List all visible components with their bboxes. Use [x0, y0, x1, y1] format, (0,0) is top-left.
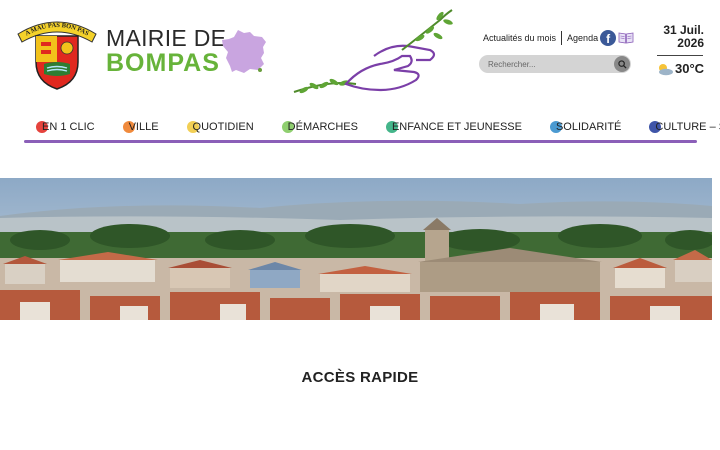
agenda-link[interactable]: Agenda	[567, 33, 598, 43]
search-input[interactable]	[488, 58, 608, 70]
weather-widget: 30°C	[656, 61, 704, 76]
nav-item-0[interactable]: EN 1 CLIC	[36, 121, 95, 133]
nav-item-1[interactable]: VILLE	[122, 121, 159, 133]
bompas-crest-logo[interactable]: A MAU PAS BON PAS	[14, 12, 100, 92]
sun-cloud-icon	[659, 63, 673, 75]
site-title-line2: BOMPAS	[106, 49, 220, 77]
nav-item-label: ENFANCE ET JEUNESSE	[391, 121, 522, 133]
town-panorama-banner	[0, 178, 712, 320]
main-navigation: EN 1 CLIC VILLE QUOTIDIEN DÉMARCHES ENFANCE …	[24, 116, 720, 138]
handshake-olive-branch-illustration	[293, 9, 453, 94]
nav-item-5[interactable]: SOLIDARITÉ	[549, 121, 622, 133]
search-bar	[479, 55, 631, 73]
search-button[interactable]	[614, 56, 630, 72]
nav-item-label: CULTURE – SPORT	[655, 121, 720, 133]
nav-item-2[interactable]: QUOTIDIEN	[186, 121, 254, 133]
nav-item-6[interactable]: CULTURE – SPORT	[649, 121, 720, 133]
date-year: 2026	[677, 36, 704, 50]
nav-item-4[interactable]: ENFANCE ET JEUNESSE	[385, 121, 522, 133]
nav-item-label: EN 1 CLIC	[42, 121, 95, 133]
site-title-line1: MAIRIE DE	[106, 25, 227, 51]
search-icon	[617, 59, 627, 69]
site-title[interactable]: MAIRIE DE BOMPAS	[106, 26, 226, 76]
nav-item-label: QUOTIDIEN	[192, 121, 254, 133]
book-icon[interactable]	[618, 32, 634, 44]
facebook-icon[interactable]: f	[600, 30, 617, 46]
date-divider	[657, 55, 703, 56]
current-date: 31 Juil. 2026	[654, 24, 704, 50]
nav-item-label: VILLE	[128, 121, 159, 133]
nav-underline	[24, 140, 697, 143]
nav-item-3[interactable]: DÉMARCHES	[281, 121, 358, 133]
france-map-icon	[222, 30, 266, 73]
nav-item-label: DÉMARCHES	[287, 121, 358, 133]
news-link[interactable]: Actualités du mois	[483, 33, 556, 43]
quick-access-heading: ACCÈS RAPIDE	[301, 369, 419, 386]
weather-temperature: 30°C	[675, 61, 705, 76]
site-header: A MAU PAS BON PAS MAIRIE DE BOMPAS Actua…	[0, 0, 720, 110]
nav-item-label: SOLIDARITÉ	[555, 121, 622, 133]
top-links: Actualités du mois Agenda f	[483, 30, 634, 46]
divider	[561, 31, 563, 45]
